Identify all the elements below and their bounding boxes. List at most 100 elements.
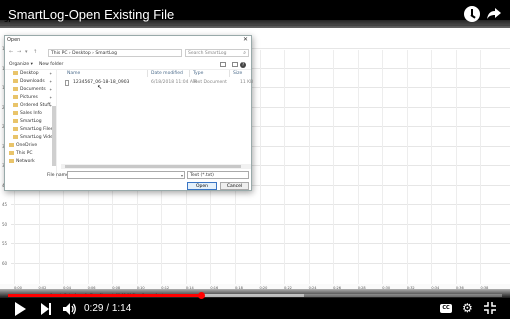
view-options-icon[interactable] xyxy=(220,62,226,67)
nav-item[interactable]: SmartLog Files xyxy=(13,127,53,132)
grid-line xyxy=(11,223,510,225)
nav-item[interactable]: Documents xyxy=(13,87,46,92)
nav-item[interactable]: This PC xyxy=(9,151,32,156)
folder-icon xyxy=(9,143,14,147)
nav-item-label: Documents xyxy=(20,87,46,92)
up-arrow-icon[interactable]: ↑ xyxy=(33,49,37,55)
column-header-name[interactable]: Name xyxy=(67,71,80,76)
horizontal-scrollbar[interactable] xyxy=(61,164,251,169)
progress-bar[interactable] xyxy=(8,292,502,299)
pin-icon: ✦ xyxy=(49,87,53,92)
search-input[interactable]: Search SmartLog ⌕ xyxy=(185,49,249,57)
folder-icon xyxy=(13,135,18,139)
nav-item[interactable]: OneDrive xyxy=(9,143,37,148)
grid-line xyxy=(406,50,408,284)
file-type-select[interactable]: Text (*.txt) xyxy=(187,171,249,179)
nav-item-label: Ordered Stuff xyxy=(20,103,51,108)
nav-item[interactable]: Desktop xyxy=(13,71,39,76)
cancel-button[interactable]: Cancel xyxy=(220,182,249,190)
dialog-title: Open xyxy=(7,37,21,43)
nav-item-label: Desktop xyxy=(20,71,39,76)
next-icon[interactable] xyxy=(40,302,52,316)
nav-item-label: This PC xyxy=(16,151,33,156)
gear-icon[interactable]: ⚙ xyxy=(462,302,474,314)
folder-icon xyxy=(9,159,14,163)
help-icon[interactable]: ? xyxy=(240,62,246,68)
y-tick-label: 45 xyxy=(2,202,8,207)
video-title[interactable]: SmartLog-Open Existing File xyxy=(8,7,174,22)
back-arrow-icon[interactable]: ← xyxy=(9,49,13,55)
y-tick-label: 60 xyxy=(2,260,8,266)
clock-icon[interactable] xyxy=(464,6,480,22)
dialog-close-button[interactable]: ✕ xyxy=(243,36,248,43)
share-icon[interactable] xyxy=(486,5,502,21)
horizontal-scrollbar-thumb[interactable] xyxy=(65,165,241,168)
nav-item-label: SmartLog Files xyxy=(20,127,53,132)
dialog-nav-bar: ← → ▾ ↑ This PC › Desktop › SmartLog Sea… xyxy=(5,46,251,60)
played-bar xyxy=(8,294,201,297)
folder-icon xyxy=(13,79,18,83)
forward-arrow-icon[interactable]: → xyxy=(17,49,21,55)
file-row[interactable]: 1234567_06-18-18_0903 6/18/2018 11:04 AM… xyxy=(63,80,253,87)
file-date: 6/18/2018 11:04 AM xyxy=(151,80,197,85)
recent-chevron-icon[interactable]: ▾ xyxy=(25,49,28,55)
scrubber-handle[interactable] xyxy=(197,292,205,299)
column-divider[interactable] xyxy=(189,70,190,77)
grid-line xyxy=(431,50,433,284)
pin-icon: ✦ xyxy=(49,71,53,76)
nav-item-label: SmartLog xyxy=(20,119,42,124)
grid-line xyxy=(11,204,510,205)
column-header-type[interactable]: Type xyxy=(193,71,203,76)
folder-icon xyxy=(13,119,18,123)
pin-icon: ✦ xyxy=(49,79,53,84)
file-name-input[interactable]: ▾ xyxy=(67,171,185,179)
open-file-dialog: Open ✕ ← → ▾ ↑ This PC › Desktop › Smart… xyxy=(4,35,253,191)
nav-scrollbar[interactable] xyxy=(52,106,56,166)
mouse-cursor-icon: ↖ xyxy=(97,84,103,91)
grid-line xyxy=(455,50,457,284)
nav-item[interactable]: Downloads xyxy=(13,79,45,84)
captions-button[interactable]: CC xyxy=(440,304,452,313)
file-size: 11 KB xyxy=(240,80,254,85)
text-file-icon xyxy=(65,80,69,86)
nav-item[interactable]: Pictures xyxy=(13,95,38,100)
preview-pane-icon[interactable] xyxy=(232,62,238,67)
breadcrumb[interactable]: This PC › Desktop › SmartLog xyxy=(48,49,182,57)
column-header-size[interactable]: Size xyxy=(233,71,242,76)
fullscreen-icon[interactable] xyxy=(484,302,496,314)
search-placeholder: Search SmartLog xyxy=(188,51,227,56)
play-icon[interactable] xyxy=(14,302,26,316)
folder-icon xyxy=(13,95,18,99)
nav-item-label: Network xyxy=(16,159,35,164)
search-icon: ⌕ xyxy=(243,50,246,56)
chevron-down-icon[interactable]: ▾ xyxy=(181,173,183,178)
nav-item[interactable]: Network xyxy=(9,159,35,164)
smartlog-app-window: SI 101015202530354045505560 0:000:020:04… xyxy=(0,20,510,298)
grid-line xyxy=(284,50,286,284)
folder-icon xyxy=(9,151,14,155)
grid-line xyxy=(382,50,384,284)
organize-button[interactable]: Organize ▾ xyxy=(9,62,33,67)
column-divider[interactable] xyxy=(229,70,230,77)
nav-item[interactable]: Ordered Stuff xyxy=(13,103,50,108)
video-title-bar: SmartLog-Open Existing File xyxy=(0,0,510,28)
volume-icon[interactable] xyxy=(62,302,76,316)
nav-item[interactable]: SmartLog Videos xyxy=(13,135,56,140)
video-controls: 0:29 / 1:14 CC ⚙ xyxy=(0,289,510,319)
time-total: 1:14 xyxy=(111,303,132,314)
folder-icon xyxy=(13,111,18,115)
column-divider[interactable] xyxy=(147,70,148,77)
column-header-date[interactable]: Date modified xyxy=(151,71,183,76)
grid-line xyxy=(11,262,510,264)
video-player[interactable]: SI 101015202530354045505560 0:000:020:04… xyxy=(0,0,510,319)
folder-icon xyxy=(13,103,18,107)
grid-line xyxy=(259,50,261,284)
folder-icon xyxy=(13,127,18,131)
time-current: 0:29 xyxy=(84,303,104,314)
file-type: Text Document xyxy=(193,80,227,85)
nav-item[interactable]: SmartLog xyxy=(13,119,42,124)
nav-item[interactable]: Sales Info xyxy=(13,111,42,116)
grid-line xyxy=(357,50,359,284)
new-folder-button[interactable]: New folder xyxy=(39,62,63,67)
open-button[interactable]: Open xyxy=(187,182,217,190)
